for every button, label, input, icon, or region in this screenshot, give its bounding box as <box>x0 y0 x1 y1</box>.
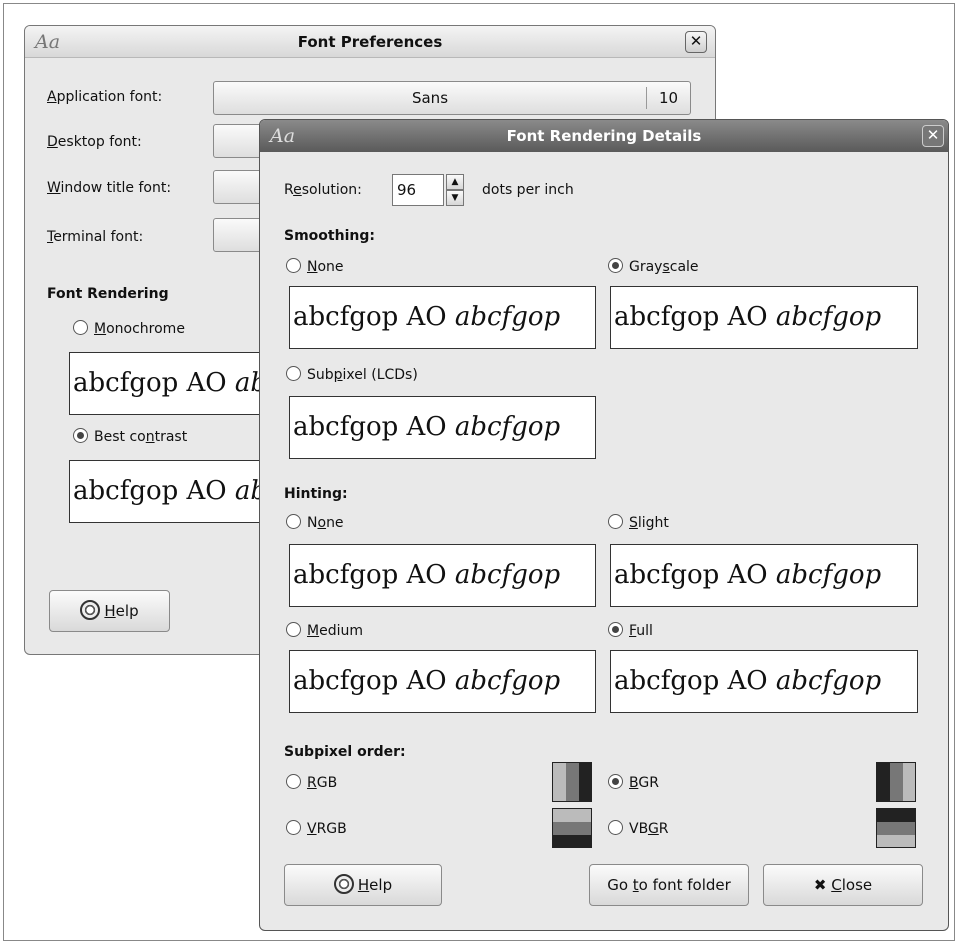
smoothing-none-radio[interactable]: None <box>286 258 344 276</box>
smoothing-subpixel-radio[interactable]: Subpixel (LCDs) <box>286 366 418 384</box>
application-font-name: Sans <box>411 89 449 107</box>
bgr-swatch-icon <box>876 762 916 802</box>
spin-up-icon[interactable]: ▲ <box>446 174 464 190</box>
hinting-slight-sample: abcfgop AO abcfgop <box>610 544 918 607</box>
subpixel-vbgr-radio[interactable]: VBGR <box>608 820 669 838</box>
smoothing-heading: Smoothing: <box>284 228 375 244</box>
font-preferences-titlebar[interactable]: Aa Font Preferences ✕ <box>25 26 715 58</box>
window-title-font-label: Window title font: <box>47 180 172 196</box>
best-contrast-radio[interactable]: Best contrast <box>73 428 187 446</box>
smoothing-grayscale-radio[interactable]: Grayscale <box>608 258 699 276</box>
monochrome-radio[interactable]: Monochrome <box>73 320 185 338</box>
help-lifebuoy-icon <box>333 874 354 894</box>
hinting-heading: Hinting: <box>284 486 348 502</box>
smoothing-none-sample: abcfgop AO abcfgop <box>289 286 596 349</box>
resolution-input[interactable]: 96 <box>392 174 444 206</box>
go-to-font-folder-button[interactable]: Go to font folder <box>589 864 749 906</box>
smoothing-grayscale-sample: abcfgop AO abcfgop <box>610 286 918 349</box>
hinting-none-radio[interactable]: None <box>286 514 344 532</box>
subpixel-order-heading: Subpixel order: <box>284 744 406 760</box>
font-rendering-heading: Font Rendering <box>47 286 169 302</box>
desktop-font-label: Desktop font: <box>47 134 142 150</box>
subpixel-rgb-radio[interactable]: RGB <box>286 774 337 792</box>
spin-down-icon[interactable]: ▼ <box>446 190 464 206</box>
terminal-font-label: Terminal font: <box>47 229 144 245</box>
hinting-full-radio[interactable]: Full <box>608 622 653 640</box>
close-button[interactable]: ✖ Close <box>763 864 923 906</box>
smoothing-subpixel-sample: abcfgop AO abcfgop <box>289 396 596 459</box>
close-x-icon: ✖ <box>813 876 827 894</box>
close-icon[interactable]: ✕ <box>685 31 707 53</box>
subpixel-bgr-radio[interactable]: BGR <box>608 774 659 792</box>
vbgr-swatch-icon <box>876 808 916 848</box>
hinting-medium-radio[interactable]: Medium <box>286 622 363 640</box>
hinting-none-sample: abcfgop AO abcfgop <box>289 544 596 607</box>
help-button[interactable]: Help <box>284 864 442 906</box>
application-font-label: Application font: <box>47 89 163 105</box>
application-font-button[interactable]: Sans 10 <box>213 81 691 115</box>
help-button[interactable]: Help <box>49 590 170 632</box>
hinting-slight-radio[interactable]: Slight <box>608 514 669 532</box>
rgb-swatch-icon <box>552 762 592 802</box>
close-icon[interactable]: ✕ <box>922 125 944 147</box>
vrgb-swatch-icon <box>552 808 592 848</box>
hinting-full-sample: abcfgop AO abcfgop <box>610 650 918 713</box>
resolution-unit: dots per inch <box>482 182 574 198</box>
subpixel-vrgb-radio[interactable]: VRGB <box>286 820 347 838</box>
resolution-label: Resolution: <box>284 182 362 198</box>
font-rendering-details-titlebar[interactable]: Aa Font Rendering Details ✕ <box>260 120 948 152</box>
application-font-size: 10 <box>646 87 690 109</box>
help-lifebuoy-icon <box>80 600 101 620</box>
font-rendering-details-window: Aa Font Rendering Details ✕ Resolution: … <box>259 119 949 931</box>
window-title: Font Rendering Details <box>506 127 702 145</box>
hinting-medium-sample: abcfgop AO abcfgop <box>289 650 596 713</box>
window-title: Font Preferences <box>297 33 443 51</box>
